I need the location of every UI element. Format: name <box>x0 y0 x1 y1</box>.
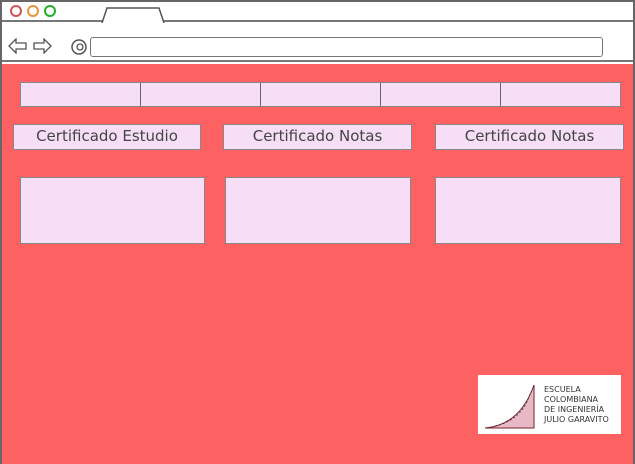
reload-icon[interactable] <box>70 38 88 56</box>
browser-tab[interactable] <box>101 7 167 23</box>
certificado-estudio-button[interactable]: Certificado Estudio <box>13 124 201 150</box>
logo-curve-icon <box>484 384 535 428</box>
menu-bar <box>20 82 621 107</box>
menu-item[interactable] <box>381 83 501 106</box>
menu-item[interactable] <box>261 83 381 106</box>
certificado-notas-button-2[interactable]: Certificado Notas <box>435 124 624 150</box>
university-logo: Escuela Colombiana de Ingeniería Julio G… <box>478 375 621 434</box>
logo-line: Julio Garavito <box>544 414 609 424</box>
navigation-bar <box>2 24 633 62</box>
menu-item[interactable] <box>141 83 261 106</box>
url-input[interactable] <box>90 37 603 57</box>
back-arrow-icon <box>8 38 27 54</box>
maximize-window-button[interactable] <box>44 5 56 17</box>
logo-text: Escuela Colombiana de Ingeniería Julio G… <box>544 385 609 425</box>
content-panel <box>435 177 621 244</box>
title-bar <box>2 2 633 23</box>
certificado-notas-button[interactable]: Certificado Notas <box>223 124 412 150</box>
back-forward-icons <box>8 38 52 54</box>
logo-line: Colombiana <box>544 394 599 404</box>
logo-line: de Ingeniería <box>544 404 605 414</box>
browser-window: Certificado Estudio Certificado Notas Ce… <box>0 0 635 464</box>
forward-arrow-icon <box>33 38 52 54</box>
close-window-button[interactable] <box>10 5 22 17</box>
page-content: Certificado Estudio Certificado Notas Ce… <box>2 64 633 464</box>
content-panel <box>20 177 205 244</box>
menu-item[interactable] <box>501 83 620 106</box>
content-panel <box>225 177 411 244</box>
logo-line: Escuela <box>544 384 581 394</box>
minimize-window-button[interactable] <box>27 5 39 17</box>
menu-item[interactable] <box>21 83 141 106</box>
